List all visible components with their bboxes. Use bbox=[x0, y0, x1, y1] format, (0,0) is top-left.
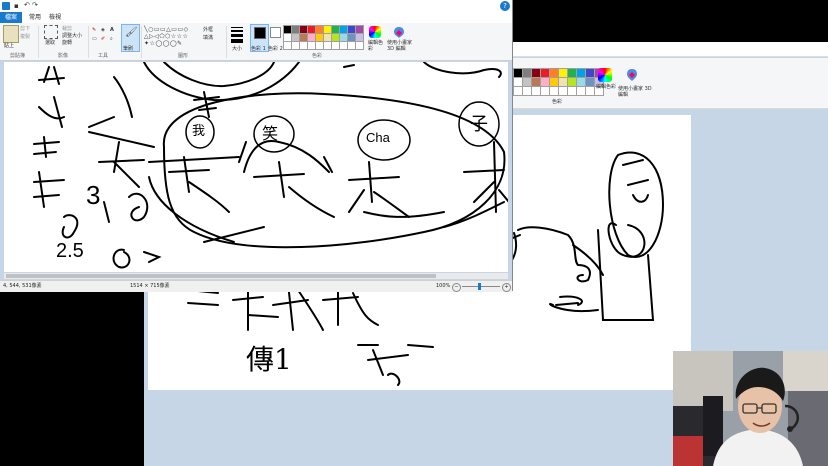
back-paint3d-label: 使用小畫家 3D 編輯 bbox=[618, 86, 652, 98]
zoom-in-icon[interactable]: + bbox=[502, 283, 511, 292]
back-paint3d-icon[interactable] bbox=[626, 68, 638, 82]
crop-button[interactable]: 裁剪 bbox=[62, 25, 72, 32]
back-canvas-text-chuan: 傳1 bbox=[246, 343, 292, 376]
paste-label: 貼上 bbox=[4, 43, 15, 49]
paint3d-icon[interactable] bbox=[393, 26, 405, 39]
brushes-label: 筆刷 bbox=[123, 46, 134, 52]
shape-outline-button[interactable]: 外框 bbox=[203, 26, 213, 33]
back-colors-group-label: 色彩 bbox=[552, 99, 563, 105]
color2-label: 色彩 2 bbox=[268, 46, 283, 52]
color1-label: 色彩 1 bbox=[251, 46, 266, 52]
color-picker-icon[interactable]: ✐ bbox=[101, 36, 105, 42]
status-bar: 4, 544, 531像素 1514 × 715像素 100% − + bbox=[0, 280, 512, 292]
size-label: 大小 bbox=[232, 46, 243, 52]
color1-swatch bbox=[254, 27, 266, 39]
undo-icon[interactable]: ↶ bbox=[24, 1, 30, 9]
tab-file[interactable]: 檔案 bbox=[0, 12, 23, 23]
copy-button[interactable]: 複製 bbox=[20, 33, 30, 40]
palette-swatch[interactable] bbox=[355, 41, 364, 50]
color-palette bbox=[283, 25, 373, 51]
canvas-text-laugh: 笑 bbox=[262, 124, 279, 143]
fill-icon[interactable]: ◈ bbox=[101, 27, 105, 33]
image-dimensions: 1514 × 715像素 bbox=[130, 283, 170, 289]
zoom-level: 100% bbox=[436, 283, 451, 289]
tab-home[interactable]: 常用 bbox=[24, 12, 46, 23]
tab-view[interactable]: 檢視 bbox=[44, 12, 66, 23]
front-title-bar: ▪ ↶ ↷ ? bbox=[0, 0, 512, 12]
resize-button[interactable]: 調整大小 bbox=[62, 32, 82, 39]
edit-colors-label: 編輯色彩 bbox=[368, 40, 384, 52]
select-label: 選取 bbox=[45, 40, 56, 46]
horizontal-scrollbar[interactable] bbox=[4, 273, 508, 279]
eraser-icon[interactable]: ▭ bbox=[92, 36, 97, 42]
pencil-icon[interactable]: ✎ bbox=[92, 27, 96, 33]
back-title-bar bbox=[512, 42, 828, 57]
tools-group-label: 工具 bbox=[98, 53, 109, 59]
canvas-text-count: 3 bbox=[86, 180, 101, 210]
brush-icon: 🖌 bbox=[125, 27, 138, 38]
back-ribbon: 編輯色彩 使用小畫家 3D 編輯 色彩 bbox=[512, 58, 828, 109]
back-edit-colors-label: 編輯色彩 bbox=[596, 84, 617, 90]
zoom-slider-thumb[interactable] bbox=[478, 283, 481, 290]
ribbon-separator bbox=[141, 26, 142, 58]
select-icon[interactable] bbox=[44, 25, 58, 39]
color2-swatch[interactable] bbox=[270, 27, 281, 38]
zoom-out-icon[interactable]: − bbox=[452, 283, 461, 292]
front-paint-window: ▪ ↶ ↷ ? 檔案 常用 檢視 貼上 剪下 複製 剪貼簿 選取 裁剪 調整大小… bbox=[0, 0, 513, 292]
ribbon-separator bbox=[38, 26, 39, 58]
size-icon[interactable] bbox=[231, 27, 243, 43]
save-icon[interactable]: ▪ bbox=[14, 2, 19, 10]
canvas-text-cha: Cha bbox=[366, 130, 390, 145]
cursor-position: 4, 544, 531像素 bbox=[3, 283, 42, 289]
cut-button[interactable]: 剪下 bbox=[20, 25, 30, 32]
paste-icon[interactable] bbox=[3, 25, 19, 43]
canvas-text-me: 我 bbox=[192, 124, 206, 139]
ribbon-separator bbox=[88, 26, 89, 58]
shape-fill-button[interactable]: 填滿 bbox=[203, 34, 213, 41]
edit-colors-icon[interactable] bbox=[369, 26, 381, 38]
magnifier-icon[interactable]: ⌕ bbox=[110, 36, 113, 42]
tools-grid: ✎ ◈ A ▭ ✐ ⌕ bbox=[92, 27, 118, 45]
rotate-button[interactable]: 旋轉 bbox=[62, 39, 72, 46]
shapes-group-label: 圖形 bbox=[178, 53, 189, 59]
paint3d-label: 使用小畫家 3D 編輯 bbox=[387, 40, 413, 52]
back-edit-colors-icon[interactable] bbox=[598, 68, 612, 82]
paint-app-icon bbox=[2, 2, 10, 10]
streamer-webcam-image bbox=[673, 351, 828, 466]
text-icon[interactable]: A bbox=[110, 27, 114, 33]
webcam-overlay bbox=[673, 351, 828, 466]
front-ribbon: 貼上 剪下 複製 剪貼簿 選取 裁剪 調整大小 旋轉 影像 ✎ ◈ A ▭ ✐ … bbox=[0, 23, 512, 61]
shapes-gallery[interactable]: ╲○▭▭△▭▭◇ △▷◁⬠⬡☆☆☆ ✦☆◯◯◯✎ bbox=[144, 26, 200, 50]
canvas-text-amount: 2.5 bbox=[56, 240, 84, 262]
colors-group-label: 色彩 bbox=[312, 53, 323, 59]
image-group-label: 影像 bbox=[58, 53, 69, 59]
zoom-slider[interactable] bbox=[462, 286, 500, 287]
back-color-palette bbox=[513, 68, 604, 96]
scrollbar-thumb[interactable] bbox=[6, 274, 436, 278]
front-drawing-canvas[interactable]: 我 笑 Cha 子 2.5 3 bbox=[4, 62, 508, 272]
redo-icon[interactable]: ↷ bbox=[32, 1, 38, 9]
clipboard-group-label: 剪貼簿 bbox=[10, 53, 26, 59]
help-icon[interactable]: ? bbox=[500, 1, 510, 11]
ribbon-separator bbox=[226, 26, 227, 58]
canvas-text-zi: 子 bbox=[470, 114, 488, 135]
